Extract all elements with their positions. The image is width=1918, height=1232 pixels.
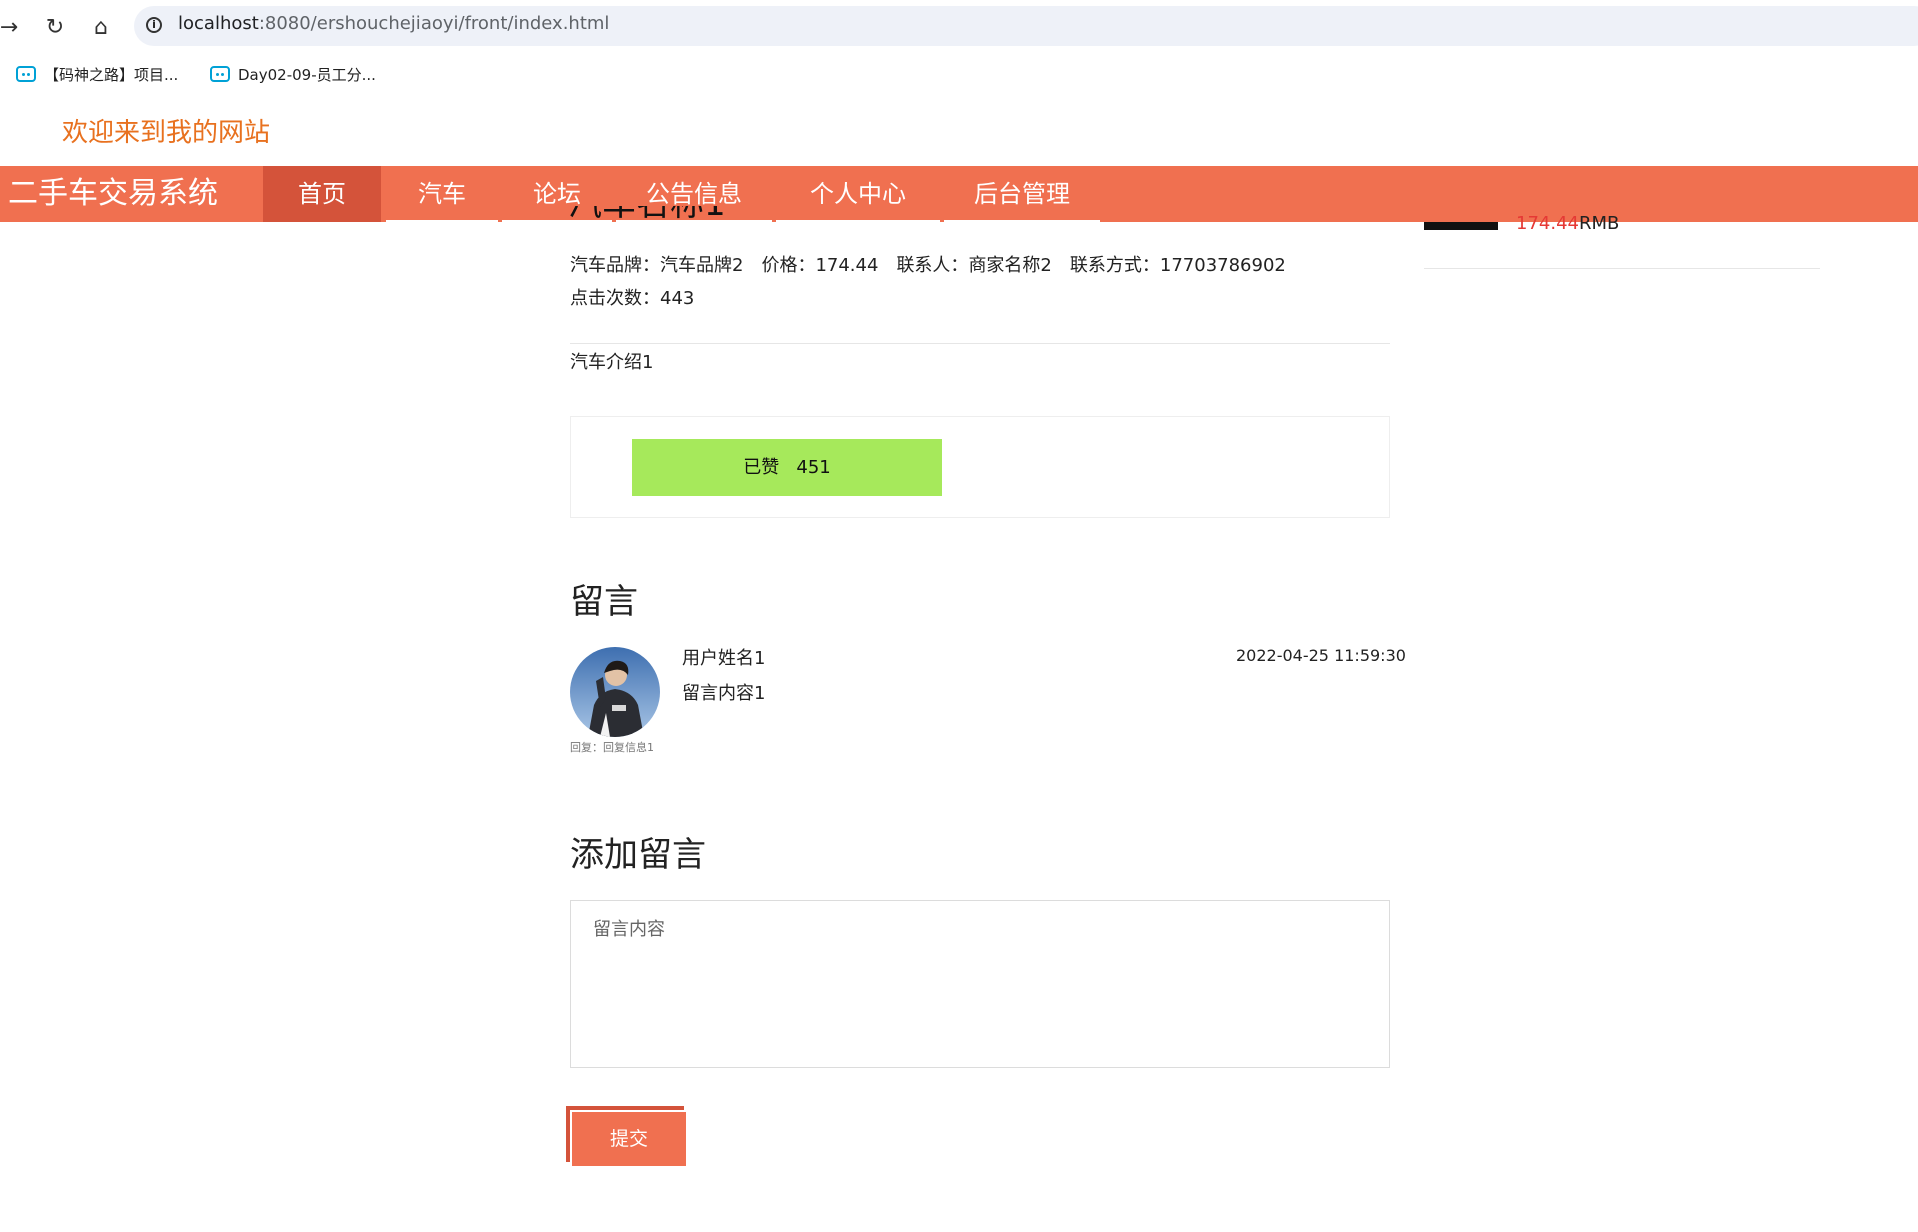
phone-value: 17703786902 — [1159, 255, 1286, 276]
clicks-label: 点击次数： — [570, 288, 660, 309]
divider — [570, 343, 1390, 344]
price-value: 174.44 — [815, 255, 879, 276]
url-host: localhost — [178, 13, 259, 34]
car-title: 汽车名称1 — [568, 206, 726, 222]
sidebar-thumbnail[interactable] — [1424, 222, 1498, 230]
reload-icon[interactable]: ↻ — [40, 12, 70, 42]
add-message-heading: 添加留言 — [570, 835, 706, 875]
price-label: 价格： — [761, 255, 816, 276]
bilibili-icon — [16, 66, 36, 82]
car-info-line: 汽车品牌：汽车品牌2 价格：174.44 联系人：商家名称2 联系方式：1770378… — [570, 251, 1286, 277]
car-title-text: 汽车名称1 — [568, 206, 726, 222]
reply-text: 回复：回复信息1 — [570, 741, 654, 754]
bookmark-item[interactable]: 【码神之路】项目... — [16, 60, 178, 88]
message-user: 用户姓名1 — [682, 648, 766, 669]
contact-label: 联系人： — [896, 255, 969, 276]
bookmark-label: 【码神之路】项目... — [44, 65, 179, 84]
contact-value: 商家名称2 — [968, 255, 1052, 276]
nav-item-profile[interactable]: 个人中心 — [776, 166, 940, 222]
like-count: 451 — [796, 457, 831, 478]
message-textarea[interactable] — [571, 901, 1389, 1067]
like-button[interactable]: 已赞 451 — [632, 439, 942, 496]
site-brand[interactable]: 二手车交易系统 — [8, 173, 218, 215]
nav-underline — [944, 220, 1100, 222]
url-text[interactable]: localhost:8080/ershouchejiaoyi/front/ind… — [178, 13, 609, 34]
url-path: :8080/ershouchejiaoyi/front/index.html — [258, 13, 610, 34]
sidebar-price: 174.44RMB — [1516, 213, 1619, 234]
messages-heading: 留言 — [570, 582, 638, 622]
nav-item-home[interactable]: 首页 — [263, 166, 381, 222]
site-info-icon[interactable]: i — [146, 17, 162, 33]
brand-label: 汽车品牌： — [570, 255, 660, 276]
home-icon[interactable]: ⌂ — [86, 12, 116, 42]
phone-label: 联系方式： — [1069, 255, 1160, 276]
message-content: 留言内容1 — [682, 683, 766, 704]
submit-button[interactable]: 提交 — [572, 1112, 686, 1166]
welcome-text: 欢迎来到我的网站 — [62, 118, 271, 148]
nav-item-admin[interactable]: 后台管理 — [944, 166, 1100, 222]
bookmark-item[interactable]: Day02-09-员工分... — [210, 60, 376, 88]
bookmark-label: Day02-09-员工分... — [238, 65, 376, 84]
sidebar-divider — [1424, 268, 1820, 269]
bilibili-icon — [210, 66, 230, 82]
avatar — [570, 647, 660, 737]
nav-item-cars[interactable]: 汽车 — [386, 166, 498, 222]
forward-icon[interactable]: → — [0, 12, 24, 42]
car-intro: 汽车介绍1 — [570, 352, 654, 373]
brand-value: 汽车品牌2 — [660, 255, 744, 276]
avatar-image — [570, 647, 660, 737]
nav-underline — [776, 220, 940, 222]
clicks-value: 443 — [660, 288, 695, 309]
comment-box — [570, 900, 1390, 1068]
click-count-line: 点击次数：443 — [570, 284, 694, 310]
like-label: 已赞 — [743, 457, 780, 478]
message-time: 2022-04-25 11:59:30 — [1236, 646, 1406, 665]
sidebar-price-unit: RMB — [1578, 213, 1620, 234]
nav-underline — [386, 220, 498, 222]
sidebar-price-value: 174.44 — [1516, 213, 1579, 234]
